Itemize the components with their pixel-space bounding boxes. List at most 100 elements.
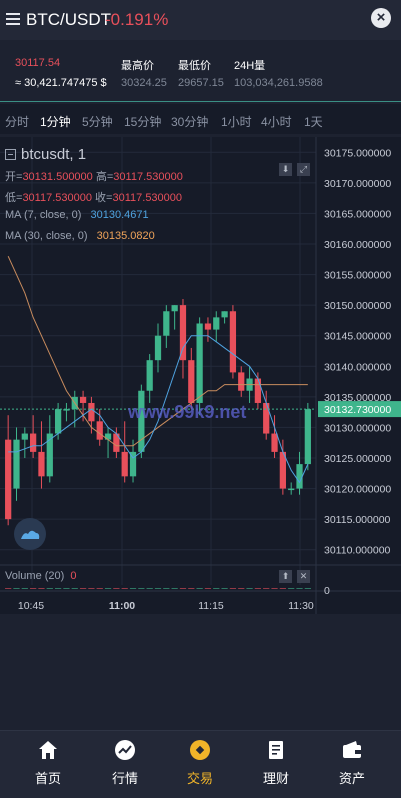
close-circle-icon[interactable]: × xyxy=(371,8,391,28)
candle-body xyxy=(13,439,20,489)
ohlc-legend-2: 低=30117.530000 收=30117.530000 xyxy=(5,189,182,205)
candle-body xyxy=(179,305,187,361)
pair-title[interactable]: BTC/USDT xyxy=(26,10,111,30)
nav-finance-label: 理财 xyxy=(262,771,289,786)
low-label-chart: 低= xyxy=(5,192,23,204)
tab-1min[interactable]: 1分钟 xyxy=(40,113,71,130)
divider xyxy=(0,101,401,102)
candle-body xyxy=(21,433,28,440)
wallet-icon xyxy=(343,741,361,758)
volume-bar xyxy=(288,588,295,589)
ma30-value: 30135.0820 xyxy=(96,230,155,242)
y-tick-label: 30160.000000 xyxy=(324,239,391,251)
settings-icon[interactable]: ⬇ xyxy=(279,163,292,176)
x-tick-label: 11:00 xyxy=(109,600,135,612)
low-value-chart: 30117.530000 xyxy=(22,192,92,204)
chart-symbol: btcusdt, 1 xyxy=(5,146,86,163)
x-tick-label: 10:45 xyxy=(18,600,44,612)
interval-tabs: 分时 1分钟 5分钟 15分钟 30分钟 1小时 4小时 1天 xyxy=(0,104,401,134)
volume-bar xyxy=(196,588,203,589)
volume-close-icon[interactable]: ✕ xyxy=(297,570,310,583)
y-tick-label: 30120.000000 xyxy=(324,484,391,496)
volume-bar xyxy=(296,588,303,589)
candle-body xyxy=(54,409,62,434)
collapse-icon[interactable] xyxy=(5,148,16,160)
volume-label: Volume (20) xyxy=(5,570,65,582)
high-label: 最高价 xyxy=(121,60,154,72)
candle-body xyxy=(88,402,95,422)
menu-icon[interactable] xyxy=(6,13,20,25)
volume-bar xyxy=(271,588,278,589)
ma7-value: 30130.4671 xyxy=(90,209,149,221)
volume-bar xyxy=(179,588,187,589)
high-label-chart: 高= xyxy=(95,171,114,183)
candle-body xyxy=(221,311,228,318)
tab-15min[interactable]: 15分钟 xyxy=(124,113,161,130)
volume-settings-icon[interactable]: ⬆ xyxy=(279,570,292,583)
volume-24h-value: 103,034,261.9588 xyxy=(234,77,323,89)
candle-body xyxy=(104,433,112,440)
tab-4hour[interactable]: 4小时 xyxy=(261,113,292,130)
candle-body xyxy=(121,451,128,477)
volume-bar xyxy=(263,588,270,589)
bottom-nav: 首页 行情 交易 理财 资产 xyxy=(0,730,401,798)
volume-bar xyxy=(129,588,137,589)
expand-icon[interactable]: ⤢ xyxy=(297,163,310,176)
candle-body xyxy=(254,378,262,403)
candle-body xyxy=(79,396,87,403)
candle-body xyxy=(188,360,195,403)
tradingview-logo-icon[interactable] xyxy=(14,518,46,550)
ohlc-legend: 开=30131.500000 高=30117.530000 xyxy=(5,168,183,184)
volume-bar xyxy=(163,588,170,589)
nav-assets[interactable]: 资产 xyxy=(312,731,392,798)
nav-market[interactable]: 行情 xyxy=(85,731,165,798)
close-value-chart: 30117.530000 xyxy=(112,192,183,204)
nav-assets-label: 资产 xyxy=(338,771,365,786)
top-bar: BTC/USDT -0.191% × xyxy=(0,0,401,40)
candle-body xyxy=(96,421,103,440)
volume-bar xyxy=(221,588,228,589)
candle-body xyxy=(30,433,37,452)
nav-trade[interactable]: 交易 xyxy=(160,731,240,798)
x-tick-label: 11:15 xyxy=(198,600,224,612)
volume-bar xyxy=(154,588,162,589)
volume-bar xyxy=(213,588,220,589)
tab-1day[interactable]: 1天 xyxy=(304,113,323,130)
nav-finance[interactable]: 理财 xyxy=(236,731,316,798)
home-icon xyxy=(39,741,57,759)
low-label: 最低价 xyxy=(178,60,211,72)
volume-bar xyxy=(63,588,70,589)
y-tick-label: 30140.000000 xyxy=(324,361,391,373)
volume-bar xyxy=(238,588,245,589)
tab-30min[interactable]: 30分钟 xyxy=(171,113,208,130)
volume-bar xyxy=(96,588,103,589)
candle-body xyxy=(146,360,153,391)
candle-body xyxy=(171,305,178,312)
volume-legend: Volume (20) 0 xyxy=(5,570,76,582)
ma30-legend: MA (30, close, 0) 30135.0820 xyxy=(5,230,155,242)
y-tick-label: 30170.000000 xyxy=(324,178,391,190)
volume-bar xyxy=(46,588,53,589)
tab-1hour[interactable]: 1小时 xyxy=(221,113,252,130)
tab-5min[interactable]: 5分钟 xyxy=(82,113,113,130)
kline-chart[interactable]: 30175.000000 30170.000000 30165.000000 3016… xyxy=(0,137,401,614)
volume-bar xyxy=(21,588,28,589)
volume-bar xyxy=(88,588,95,589)
volume-bar xyxy=(138,588,145,589)
volume-bar xyxy=(71,588,78,589)
volume-bar xyxy=(254,588,262,589)
ma7-label: MA (7, close, 0) xyxy=(5,209,82,221)
candle-body xyxy=(154,335,162,361)
volume-bar xyxy=(113,588,120,589)
y-tick-label: 30130.000000 xyxy=(324,422,391,434)
candle-body xyxy=(304,409,311,465)
nav-home[interactable]: 首页 xyxy=(8,731,88,798)
candle-body xyxy=(238,372,245,391)
high-value-chart: 30117.530000 xyxy=(113,171,183,183)
candle-body xyxy=(263,402,270,434)
candle-body xyxy=(163,311,170,336)
volume-bar xyxy=(229,588,237,589)
tab-timeshare[interactable]: 分时 xyxy=(5,113,29,130)
trade-icon xyxy=(190,740,210,760)
ma30-label: MA (30, close, 0) xyxy=(5,230,88,242)
